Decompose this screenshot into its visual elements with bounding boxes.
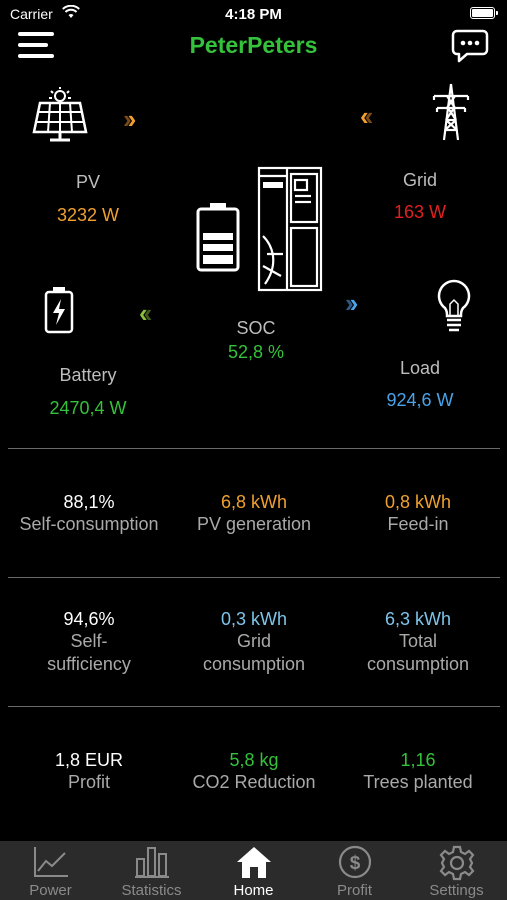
stat-profit: 1,8 EUR Profit <box>4 749 174 794</box>
stat-label: Trees planted <box>363 772 473 792</box>
stat-value: 5,8 kg <box>229 750 279 770</box>
stat-pv-generation: 6,8 kWh PV generation <box>169 491 339 536</box>
stat-total-consumption: 6,3 kWh Total consumption <box>333 608 503 676</box>
load-value: 924,6 W <box>386 390 454 410</box>
battery-icon <box>44 287 74 334</box>
tab-bar: Power Statistics Home $ Profit Settings <box>0 841 507 900</box>
battery-flow-arrow: ‹‹ <box>139 298 152 328</box>
battery-label: Battery <box>59 365 117 385</box>
divider <box>8 706 500 707</box>
tab-power[interactable]: Power <box>0 841 101 900</box>
battery-soc-icon <box>196 203 240 272</box>
bar-chart-icon <box>134 847 169 878</box>
stat-value: 1,16 <box>400 750 436 770</box>
app-title: PeterPeters <box>189 32 318 58</box>
battery-status-icon <box>470 7 498 19</box>
grid-flow-arrow: ‹‹ <box>360 101 373 131</box>
stat-feed-in: 0,8 kWh Feed-in <box>333 491 503 536</box>
light-bulb-icon <box>437 279 471 332</box>
power-tower-icon <box>432 83 470 141</box>
stat-trees-planted: 1,16 Trees planted <box>333 749 503 794</box>
stat-label: PV generation <box>196 514 312 534</box>
home-icon <box>236 847 271 878</box>
stat-value: 6,8 kWh <box>220 492 288 512</box>
stat-label: Self-sufficiency <box>47 631 131 674</box>
dollar-coin-icon: $ <box>338 845 371 879</box>
grid-label: Grid <box>402 170 437 190</box>
tab-label: Profit <box>336 882 372 899</box>
inverter-cabinet-icon <box>257 166 323 292</box>
stat-value: 6,3 kWh <box>384 609 452 629</box>
tab-statistics[interactable]: Statistics <box>101 841 202 900</box>
tab-profit[interactable]: $ Profit <box>304 841 405 900</box>
stat-co2-reduction: 5,8 kg CO2 Reduction <box>169 749 339 794</box>
stat-label: Feed-in <box>387 514 449 534</box>
line-chart-icon <box>33 847 68 877</box>
stat-value: 1,8 EUR <box>54 750 124 770</box>
divider <box>8 448 500 449</box>
chat-icon[interactable] <box>451 28 489 64</box>
solar-panel-icon <box>32 87 88 142</box>
pv-label: PV <box>75 172 100 192</box>
soc-label: SOC <box>236 318 276 338</box>
pv-flow-arrow: ›› <box>123 104 136 134</box>
stat-value: 0,3 kWh <box>220 609 288 629</box>
tab-label: Settings <box>429 882 484 899</box>
status-time: 4:18 PM <box>225 6 282 23</box>
stat-self-consumption: 88,1% Self-consumption <box>4 491 174 536</box>
stat-value: 88,1% <box>63 492 115 512</box>
stat-label: Grid consumption <box>202 631 306 674</box>
tab-home[interactable]: Home <box>203 841 304 900</box>
pv-value: 3232 W <box>56 205 120 225</box>
stat-self-sufficiency: 94,6% Self-sufficiency <box>4 608 174 676</box>
tab-label: Statistics <box>121 882 182 899</box>
header: PeterPeters <box>0 24 507 68</box>
gear-icon <box>439 845 474 881</box>
stat-value: 0,8 kWh <box>384 492 452 512</box>
svg-text:$: $ <box>349 853 360 874</box>
stat-value: 94,6% <box>63 609 115 629</box>
tab-label: Power <box>29 882 72 899</box>
tab-settings[interactable]: Settings <box>406 841 507 900</box>
load-label: Load <box>399 358 441 378</box>
stat-label: Self-consumption <box>19 514 159 534</box>
stat-label: Profit <box>67 772 110 792</box>
stat-label: Total consumption <box>366 631 470 674</box>
tab-label: Home <box>233 882 274 899</box>
stat-label: CO2 Reduction <box>192 772 316 792</box>
battery-value: 2470,4 W <box>49 398 127 418</box>
divider <box>8 577 500 578</box>
grid-value: 163 W <box>393 202 447 222</box>
soc-value: 52,8 % <box>227 342 285 362</box>
load-flow-arrow: ›› <box>345 288 358 318</box>
stat-grid-consumption: 0,3 kWh Grid consumption <box>169 608 339 676</box>
